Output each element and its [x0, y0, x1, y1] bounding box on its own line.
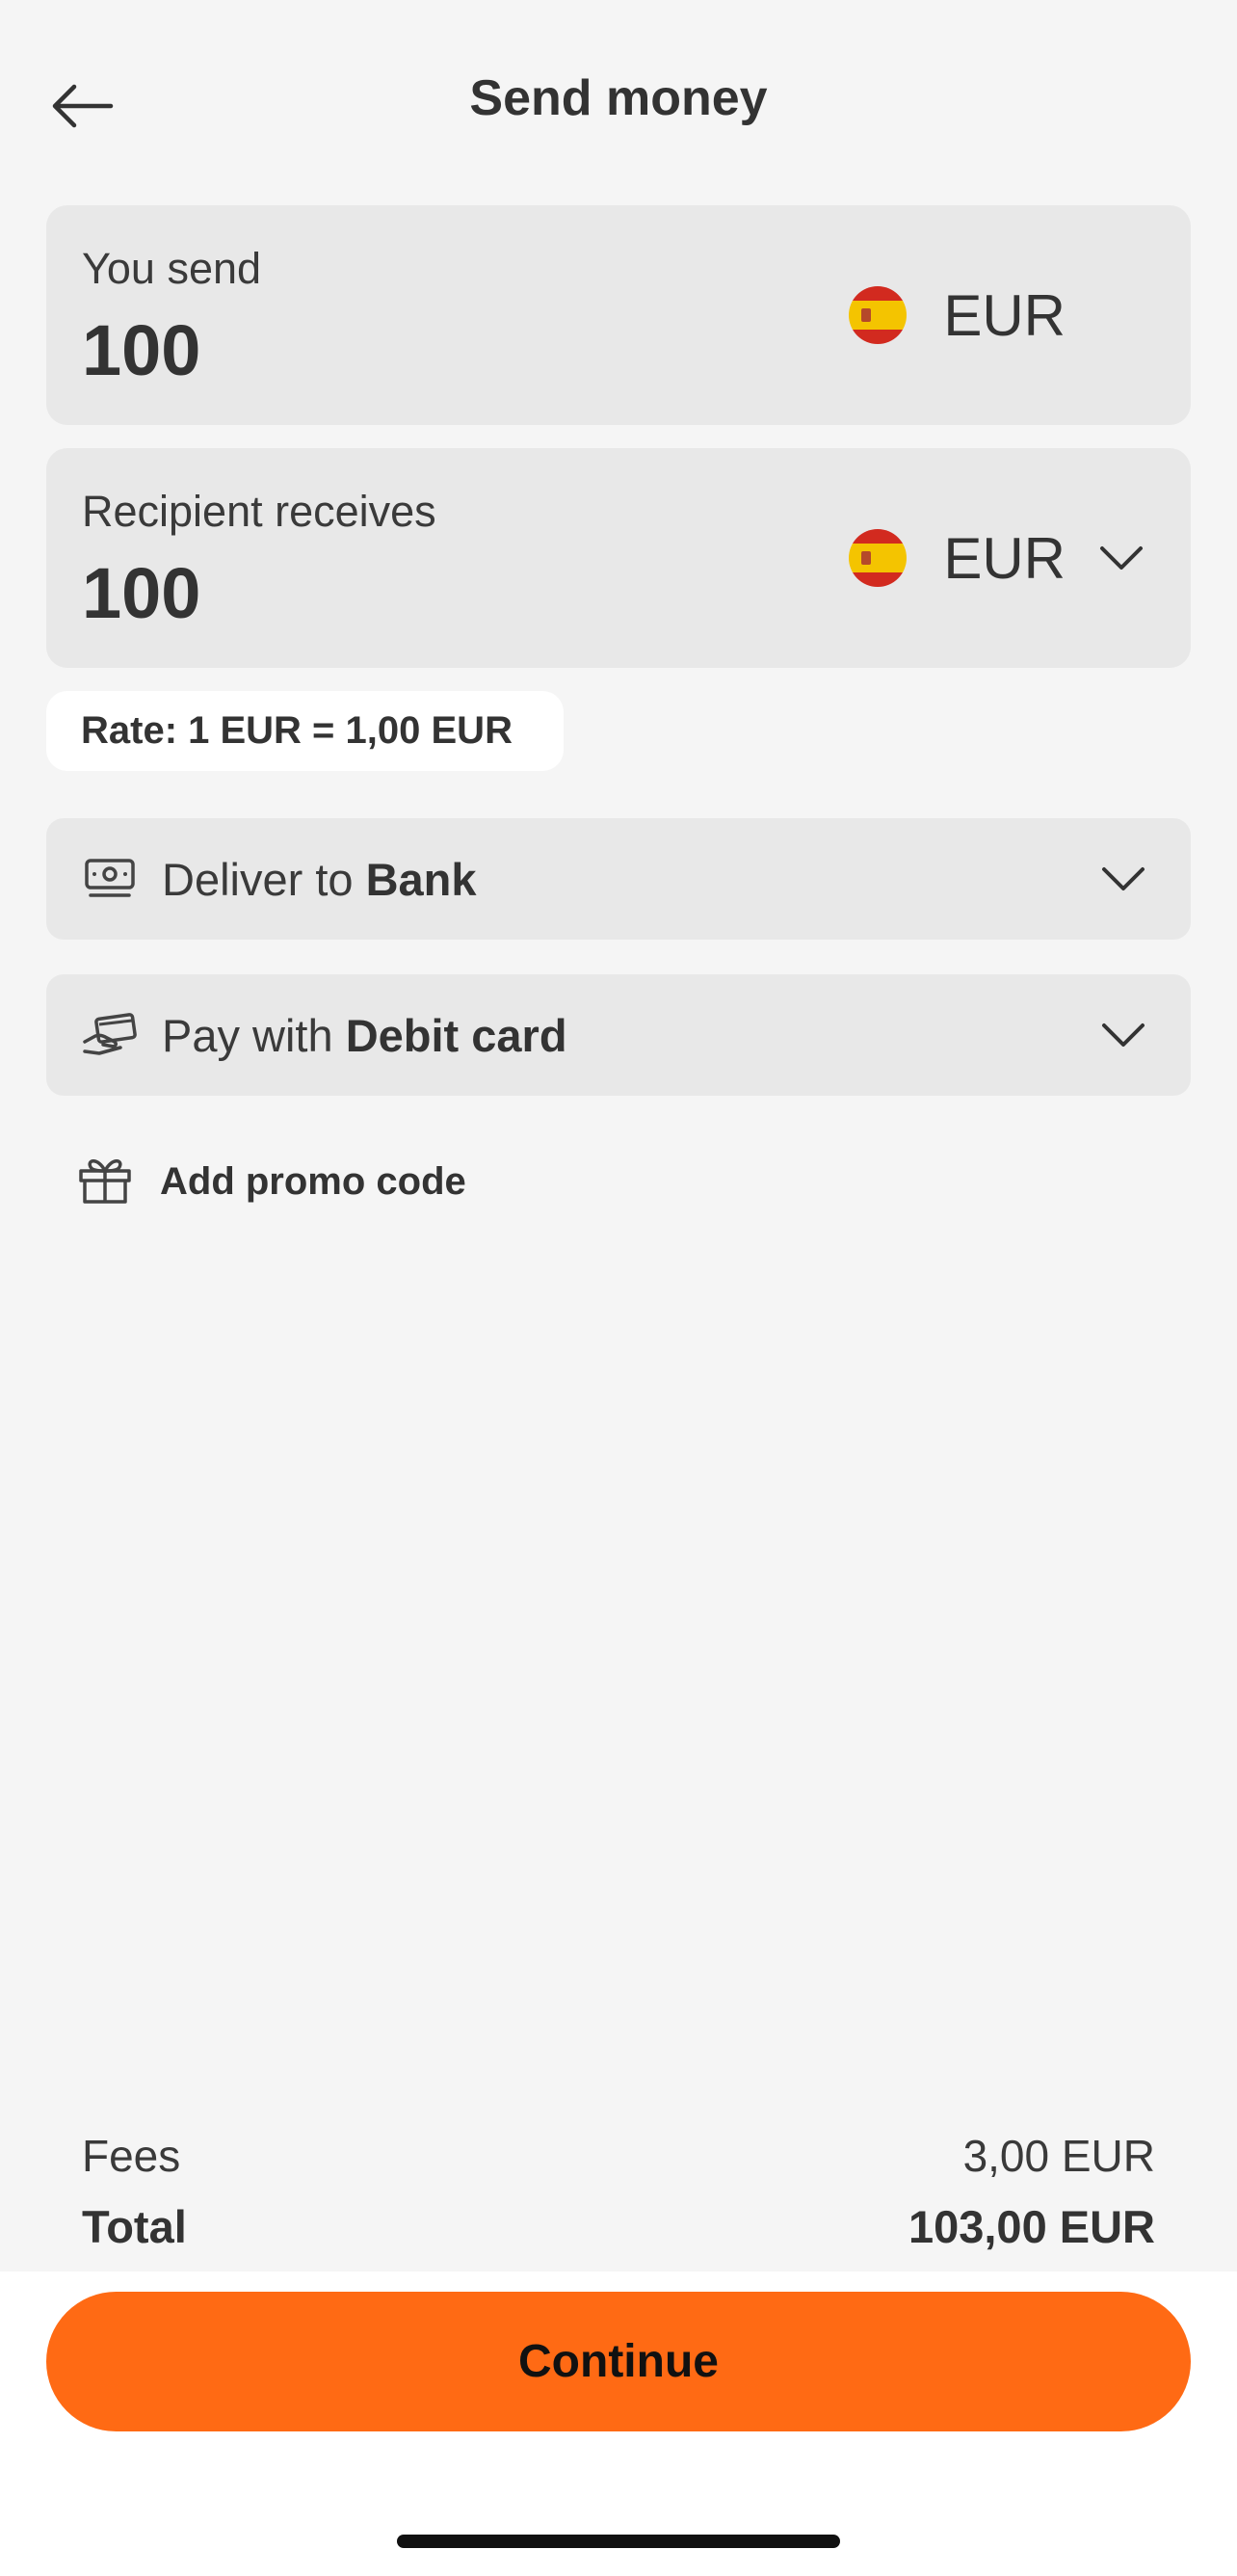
payment-method-value: Debit card [345, 1010, 567, 1061]
receive-amount-label: Recipient receives [82, 487, 436, 536]
total-label: Total [82, 2201, 187, 2252]
receive-amount-card[interactable]: Recipient receives 100 EUR [46, 448, 1191, 668]
home-indicator [397, 2535, 840, 2548]
fees-row: Fees 3,00 EUR [82, 2130, 1155, 2182]
chevron-down-icon [1092, 529, 1150, 587]
delivery-method-value: Bank [365, 854, 477, 905]
send-currency-code: EUR [943, 282, 1066, 348]
delivery-method-select[interactable]: Deliver to Bank [46, 818, 1191, 940]
receive-currency-selector[interactable]: EUR [849, 448, 1150, 668]
send-amount-label: You send [82, 244, 262, 293]
spain-flag-icon [849, 529, 908, 587]
receive-amount-input[interactable]: 100 [82, 552, 200, 634]
header: Send money [0, 0, 1237, 207]
send-currency: EUR [849, 205, 1066, 425]
send-amount-input[interactable]: 100 [82, 309, 200, 391]
cash-icon [81, 850, 139, 908]
exchange-rate: Rate: 1 EUR = 1,00 EUR [46, 691, 564, 771]
chevron-down-icon [1094, 850, 1152, 908]
add-promo-code-button[interactable]: Add promo code [77, 1152, 466, 1211]
total-value: 103,00 EUR [908, 2201, 1155, 2252]
promo-label: Add promo code [160, 1159, 466, 1203]
fees-value: 3,00 EUR [962, 2131, 1155, 2181]
spain-flag-icon [849, 286, 908, 344]
page-title: Send money [469, 70, 768, 126]
total-row: Total 103,00 EUR [82, 2200, 1155, 2253]
send-amount-card[interactable]: You send 100 EUR [46, 205, 1191, 425]
payment-method-select[interactable]: Pay with Debit card [46, 974, 1191, 1096]
gift-icon [77, 1154, 133, 1210]
card-hand-icon [81, 1006, 139, 1064]
delivery-method-label: Deliver to Bank [162, 854, 477, 905]
payment-method-label: Pay with Debit card [162, 1010, 567, 1061]
continue-button[interactable]: Continue [46, 2292, 1191, 2431]
fees-label: Fees [82, 2131, 181, 2181]
receive-currency-code: EUR [943, 525, 1066, 591]
chevron-down-icon [1094, 1006, 1152, 1064]
